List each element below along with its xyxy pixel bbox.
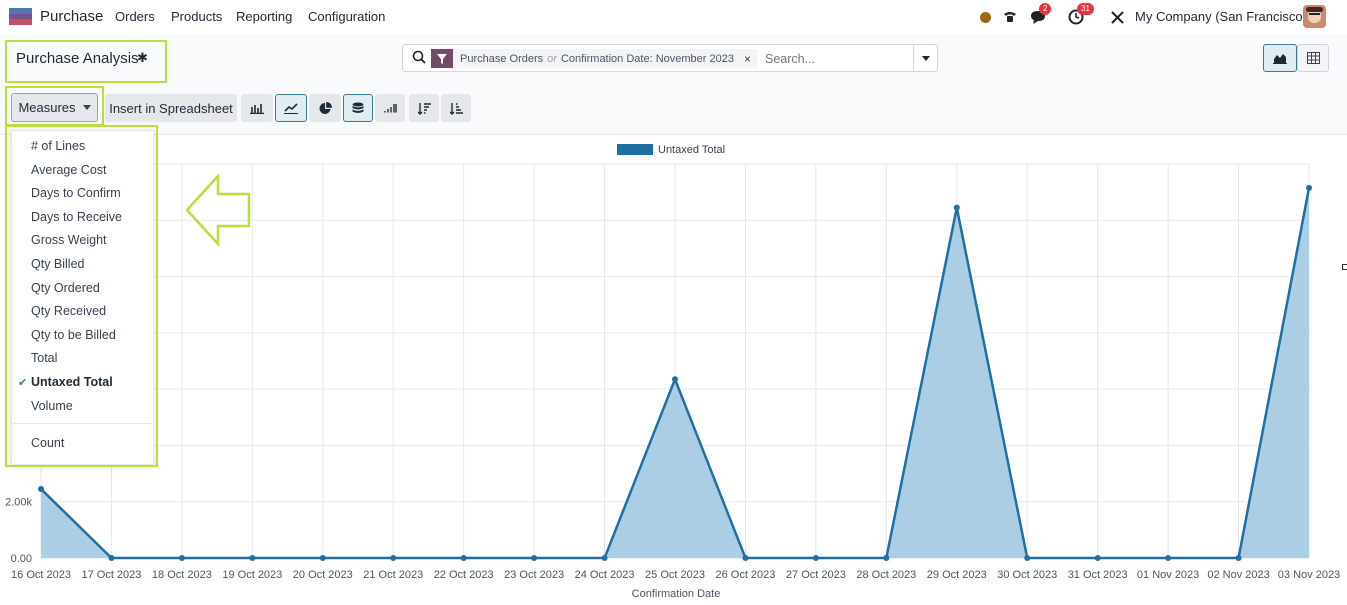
x-tick-label: 30 Oct 2023 <box>997 569 1057 581</box>
data-point[interactable] <box>319 555 326 561</box>
x-tick-label: 03 Nov 2023 <box>1278 569 1340 581</box>
search-options-toggle[interactable] <box>913 45 938 71</box>
data-point[interactable] <box>812 555 819 561</box>
data-point[interactable] <box>742 555 749 561</box>
chat-icon[interactable]: 2 <box>1028 3 1052 27</box>
menu-products[interactable]: Products <box>171 9 222 24</box>
database-icon <box>352 102 364 113</box>
data-point[interactable] <box>531 555 538 561</box>
data-point[interactable] <box>249 555 256 561</box>
facet-value-1: Purchase Orders <box>460 52 544 65</box>
data-point[interactable] <box>953 204 960 211</box>
purchase-app-icon[interactable] <box>9 8 32 25</box>
top-navbar: Purchase Orders Products Reporting Confi… <box>0 0 1347 34</box>
caret-down-icon <box>922 55 930 61</box>
legend-swatch[interactable] <box>617 144 653 155</box>
app-name[interactable]: Purchase <box>40 8 103 25</box>
line-chart-icon <box>284 103 298 114</box>
x-tick-label: 26 Oct 2023 <box>715 569 775 581</box>
x-tick-label: 18 Oct 2023 <box>152 569 212 581</box>
sort-descending-button[interactable] <box>409 94 439 122</box>
table-icon <box>1306 52 1320 64</box>
clock-icon[interactable]: 31 <box>1066 3 1094 27</box>
facet-remove-icon[interactable]: × <box>734 52 757 66</box>
x-tick-label: 28 Oct 2023 <box>856 569 916 581</box>
x-tick-label: 20 Oct 2023 <box>293 569 353 581</box>
sort-descending-icon <box>417 102 431 115</box>
x-tick-label: 25 Oct 2023 <box>645 569 705 581</box>
search-facet: Purchase Orders or Confirmation Date: No… <box>431 49 757 68</box>
legend-label[interactable]: Untaxed Total <box>658 144 725 156</box>
data-point[interactable] <box>601 555 608 561</box>
menu-orders[interactable]: Orders <box>115 9 155 24</box>
search-input[interactable] <box>763 48 912 70</box>
sort-ascending-button[interactable] <box>441 94 471 122</box>
y-tick-label: 2.00k <box>5 497 32 509</box>
x-axis-label: Confirmation Date <box>632 588 721 600</box>
dropdown-highlight-box <box>5 125 158 467</box>
insert-in-spreadsheet-button[interactable]: Insert in Spreadsheet <box>105 94 237 122</box>
cumulative-toggle-button[interactable] <box>375 94 405 122</box>
pie-chart-icon <box>319 101 332 114</box>
data-point[interactable] <box>1306 184 1312 191</box>
line-chart-button[interactable] <box>275 94 307 122</box>
bar-chart-button[interactable] <box>241 94 273 122</box>
facet-or: or <box>547 52 557 65</box>
x-tick-label: 27 Oct 2023 <box>786 569 846 581</box>
activity-count-badge: 31 <box>1077 3 1094 15</box>
x-tick-label: 02 Nov 2023 <box>1207 569 1269 581</box>
graph-view-button[interactable] <box>1263 44 1297 72</box>
status-dot-icon[interactable] <box>975 7 995 27</box>
x-tick-label: 01 Nov 2023 <box>1137 569 1199 581</box>
cumulative-icon <box>383 104 397 113</box>
data-point[interactable] <box>1024 555 1031 561</box>
company-switcher[interactable]: My Company (San Francisco) <box>1135 9 1307 24</box>
menu-configuration[interactable]: Configuration <box>308 9 385 24</box>
x-tick-label: 29 Oct 2023 <box>927 569 987 581</box>
data-point[interactable] <box>38 486 44 493</box>
measures-highlight-box <box>5 86 104 126</box>
data-point[interactable] <box>1165 555 1172 561</box>
data-point[interactable] <box>883 555 890 561</box>
x-tick-label: 16 Oct 2023 <box>11 569 71 581</box>
pivot-view-button[interactable] <box>1297 44 1329 72</box>
x-tick-label: 31 Oct 2023 <box>1068 569 1128 581</box>
facet-value-2: Confirmation Date: November 2023 <box>560 52 734 65</box>
resize-handle[interactable] <box>1342 264 1347 270</box>
data-point[interactable] <box>1094 555 1101 561</box>
x-tick-label: 17 Oct 2023 <box>81 569 141 581</box>
x-axis-ticks: 16 Oct 2023 17 Oct 2023 18 Oct 2023 19 Oct … <box>11 569 1340 581</box>
x-tick-label: 24 Oct 2023 <box>575 569 635 581</box>
x-tick-label: 22 Oct 2023 <box>434 569 494 581</box>
stacked-toggle-button[interactable] <box>343 94 373 122</box>
search-bar: Purchase Orders or Confirmation Date: No… <box>402 44 938 72</box>
search-icon[interactable] <box>412 50 426 69</box>
x-tick-label: 23 Oct 2023 <box>504 569 564 581</box>
x-tick-label: 19 Oct 2023 <box>222 569 282 581</box>
tools-icon[interactable] <box>1107 7 1127 27</box>
menu-reporting[interactable]: Reporting <box>236 9 292 24</box>
y-tick-label: 0.00 <box>11 553 32 565</box>
data-point[interactable] <box>178 555 185 561</box>
filter-icon <box>431 49 453 68</box>
data-point[interactable] <box>672 376 678 383</box>
data-point[interactable] <box>460 555 467 561</box>
bar-chart-icon <box>250 104 264 114</box>
insert-label: Insert in Spreadsheet <box>109 100 233 116</box>
data-point[interactable] <box>1235 555 1242 561</box>
phone-icon[interactable] <box>1000 7 1020 27</box>
user-avatar[interactable] <box>1303 5 1326 28</box>
title-highlight-box <box>5 40 167 83</box>
area-chart-icon <box>1273 54 1287 64</box>
pie-chart-button[interactable] <box>309 94 341 122</box>
sort-ascending-icon <box>449 102 463 115</box>
data-point[interactable] <box>108 555 115 561</box>
arrow-left-icon <box>185 174 251 246</box>
data-point[interactable] <box>390 555 397 561</box>
chat-count-badge: 2 <box>1039 3 1052 15</box>
x-tick-label: 21 Oct 2023 <box>363 569 423 581</box>
